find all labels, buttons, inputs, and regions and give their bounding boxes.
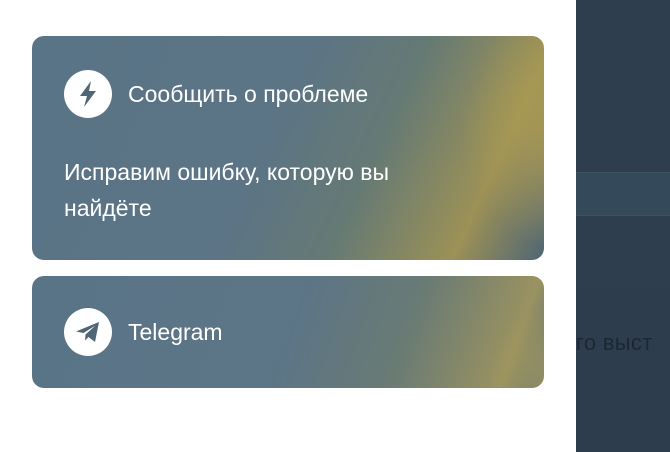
telegram-title: Telegram: [128, 318, 223, 345]
report-problem-description: Исправим ошибку, которую вы найдёте: [64, 159, 389, 221]
background-page: го выст: [576, 0, 670, 452]
support-panel: Сообщить о проблеме Исправим ошибку, кот…: [0, 0, 576, 452]
report-problem-title: Сообщить о проблеме: [128, 80, 369, 107]
lightning-icon: [64, 70, 112, 118]
telegram-header: Telegram: [64, 308, 223, 356]
background-peek-text: го выст: [576, 330, 653, 355]
report-problem-card[interactable]: Сообщить о проблеме Исправим ошибку, кот…: [32, 36, 544, 260]
report-problem-header: Сообщить о проблеме: [64, 70, 368, 118]
telegram-icon: [64, 308, 112, 356]
telegram-card[interactable]: Telegram: [32, 276, 544, 388]
background-band: [576, 172, 670, 216]
